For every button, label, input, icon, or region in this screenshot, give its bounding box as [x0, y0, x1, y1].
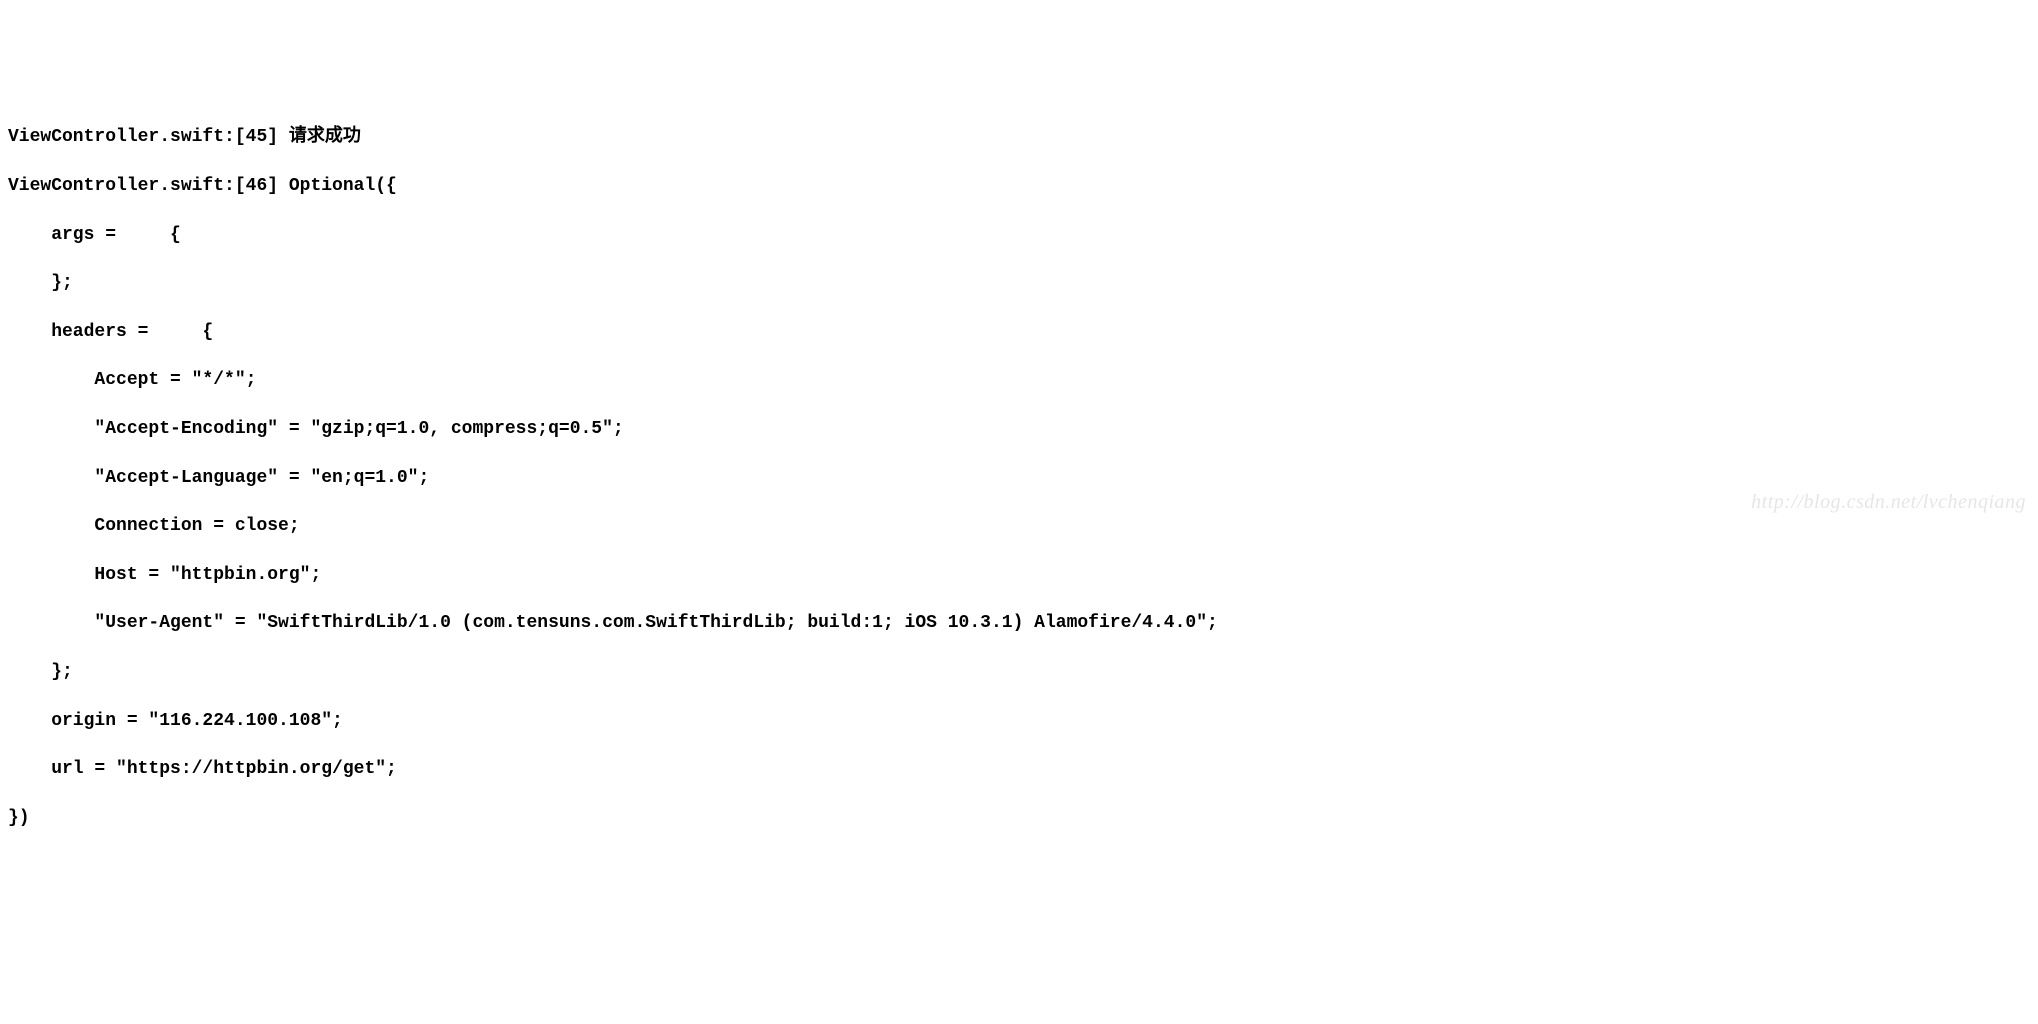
console-line: args = {: [8, 223, 2030, 247]
console-line: };: [8, 271, 2030, 295]
console-line: Host = "httpbin.org";: [8, 563, 2030, 587]
console-line: "Accept-Language" = "en;q=1.0";: [8, 466, 2030, 490]
console-line: ViewController.swift:[45] 请求成功: [8, 125, 2030, 149]
console-line: Connection = close;: [8, 514, 2030, 538]
console-line: ViewController.swift:[46] Optional({: [8, 174, 2030, 198]
watermark: http://blog.csdn.net/lvchenqiang: [1751, 489, 2026, 516]
console-line: url = "https://httpbin.org/get";: [8, 757, 2030, 781]
console-line: }): [8, 806, 2030, 830]
console-line: };: [8, 660, 2030, 684]
console-output: ViewController.swift:[45] 请求成功 ViewContr…: [8, 101, 2030, 854]
console-line: origin = "116.224.100.108";: [8, 709, 2030, 733]
console-line: Accept = "*/*";: [8, 368, 2030, 392]
console-line: "Accept-Encoding" = "gzip;q=1.0, compres…: [8, 417, 2030, 441]
console-line: headers = {: [8, 320, 2030, 344]
console-line: "User-Agent" = "SwiftThirdLib/1.0 (com.t…: [8, 611, 2030, 635]
